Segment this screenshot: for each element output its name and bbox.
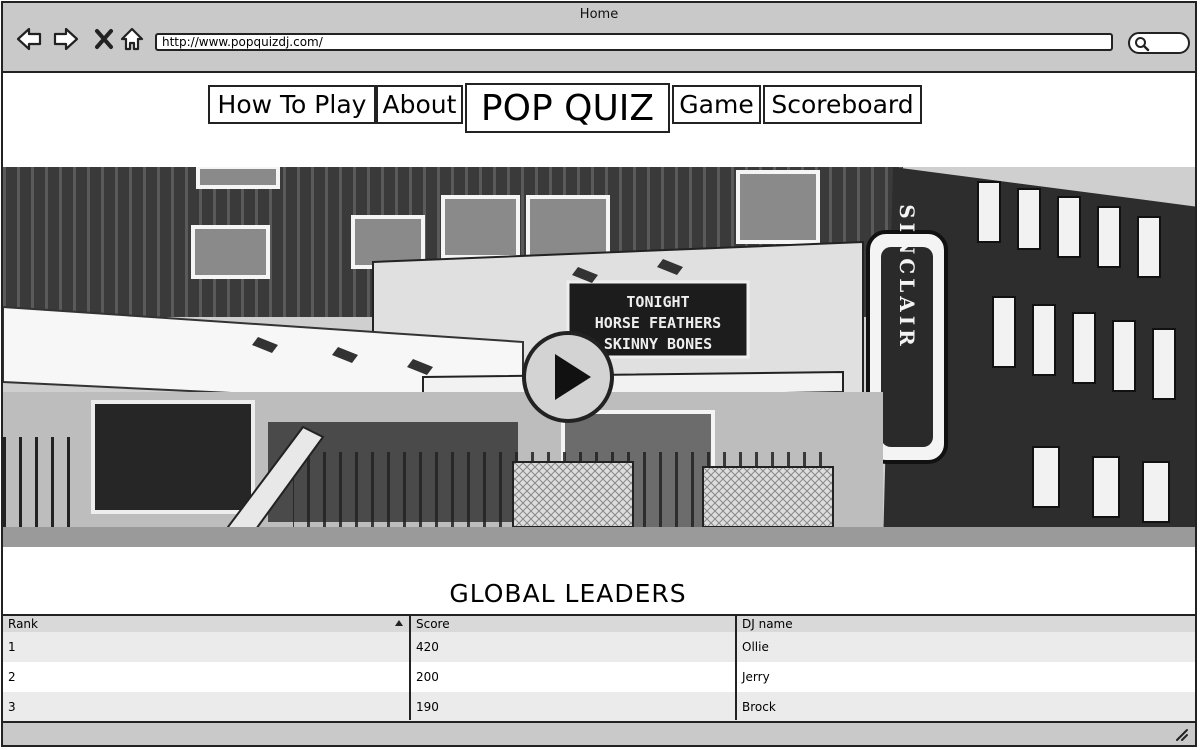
nav-how-to-play[interactable]: How To Play (208, 85, 376, 124)
score-cell: 200 (416, 670, 439, 684)
play-icon[interactable] (521, 330, 615, 424)
column-header-label: Rank (8, 617, 38, 631)
column-header-score[interactable]: Score (411, 616, 735, 632)
score-cell: 420 (416, 640, 439, 654)
column-divider[interactable] (735, 616, 737, 720)
score-cell: 190 (416, 700, 439, 714)
site-navigation: How To Play About POP QUIZ Game Scoreboa… (3, 83, 1195, 143)
nav-about[interactable]: About (376, 85, 463, 124)
column-divider[interactable] (409, 616, 411, 720)
dj-name-cell: Brock (742, 700, 776, 714)
marquee-line-1: TONIGHT (626, 293, 689, 311)
resize-grip-icon[interactable] (1173, 726, 1189, 742)
rank-cell: 1 (8, 640, 16, 654)
column-header-rank[interactable]: Rank (3, 616, 409, 632)
leaders-table: Rank Score DJ name 1 420 Ollie 2 200 Jer… (3, 614, 1195, 722)
rank-cell: 3 (8, 700, 16, 714)
browser-toolbar: Home http://www.popquizdj.com/ (3, 3, 1195, 73)
search-icon (1135, 37, 1150, 52)
nav-game[interactable]: Game (672, 85, 761, 124)
sort-ascending-icon (395, 620, 403, 626)
table-row[interactable]: 3 190 Brock (3, 692, 1195, 722)
hero-video[interactable]: TONIGHT HORSE FEATHERS SKINNY BONES SINC… (3, 167, 1195, 547)
dj-name-cell: Ollie (742, 640, 769, 654)
close-icon[interactable] (90, 25, 118, 53)
marquee-line-3: SKINNY BONES (604, 335, 712, 353)
browser-search-input[interactable] (1128, 32, 1190, 54)
url-input[interactable]: http://www.popquizdj.com/ (155, 33, 1113, 51)
table-header: Rank Score DJ name (3, 616, 1195, 632)
status-bar (3, 721, 1195, 745)
table-row[interactable]: 1 420 Ollie (3, 632, 1195, 662)
column-header-dj-name[interactable]: DJ name (737, 616, 1195, 632)
rank-cell: 2 (8, 670, 16, 684)
site-logo[interactable]: POP QUIZ (465, 83, 670, 133)
vertical-sign-text: SINCLAIR (895, 204, 919, 350)
window-title: Home (579, 7, 619, 22)
table-row[interactable]: 2 200 Jerry (3, 662, 1195, 692)
forward-arrow-icon[interactable] (52, 25, 80, 53)
home-icon[interactable] (118, 25, 146, 53)
back-arrow-icon[interactable] (15, 25, 43, 53)
global-leaders-title: GLOBAL LEADERS (449, 579, 687, 608)
nav-scoreboard[interactable]: Scoreboard (763, 85, 922, 124)
browser-window: Home http://www.popquizdj.com/ How To Pl… (1, 1, 1197, 747)
dj-name-cell: Jerry (742, 670, 770, 684)
